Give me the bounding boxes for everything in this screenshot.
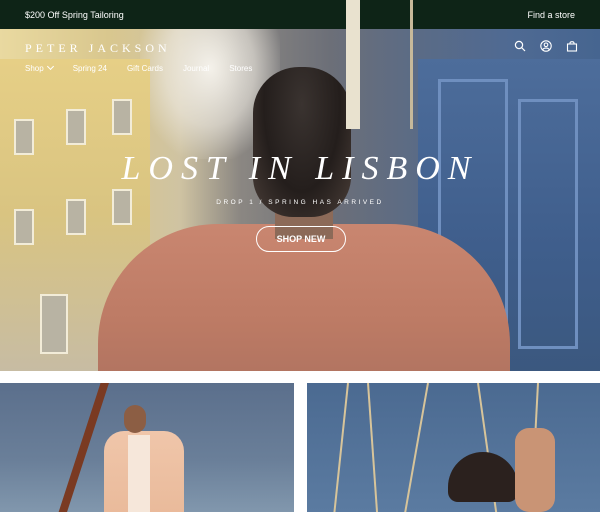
nav-item-spring[interactable]: Spring 24 bbox=[73, 64, 107, 73]
bag-icon[interactable] bbox=[566, 40, 578, 52]
search-icon[interactable] bbox=[514, 40, 526, 52]
nav-item-gift-cards[interactable]: Gift Cards bbox=[127, 64, 163, 73]
nav-item-journal[interactable]: Journal bbox=[183, 64, 209, 73]
building-door bbox=[40, 294, 68, 354]
shop-new-button[interactable]: SHOP NEW bbox=[256, 226, 346, 252]
building-window bbox=[66, 109, 86, 145]
find-store-link[interactable]: Find a store bbox=[527, 10, 575, 20]
header-icons bbox=[514, 40, 578, 52]
brand-logo[interactable]: PETER JACKSON bbox=[25, 41, 171, 56]
chevron-down-icon bbox=[46, 62, 54, 71]
boat-mast bbox=[346, 0, 360, 129]
announcement-bar: $200 Off Spring Tailoring Find a store bbox=[0, 0, 600, 29]
rigging-rope bbox=[402, 383, 429, 512]
nav-item-shop[interactable]: Shop bbox=[25, 62, 54, 73]
rigging-rope bbox=[367, 383, 379, 512]
promo-card-sailing-man[interactable] bbox=[0, 383, 294, 512]
building-window bbox=[112, 189, 132, 225]
building-window bbox=[14, 209, 34, 245]
rigging-rope bbox=[332, 383, 349, 512]
model-head bbox=[124, 405, 146, 433]
model-shirt bbox=[128, 435, 150, 512]
promo-link[interactable]: $200 Off Spring Tailoring bbox=[25, 10, 124, 20]
nav-label: Shop bbox=[25, 64, 44, 73]
model-hand bbox=[515, 428, 555, 512]
nav-item-stores[interactable]: Stores bbox=[229, 64, 252, 73]
blue-door-panel bbox=[518, 99, 578, 349]
boat-mast bbox=[410, 0, 413, 129]
model-head bbox=[253, 67, 351, 217]
main-nav: Shop Spring 24 Gift Cards Journal Stores bbox=[25, 62, 252, 73]
hero-banner: PETER JACKSON Shop Spring 24 Gift Cards … bbox=[0, 29, 600, 371]
hero-subtitle: DROP 1 / SPRING HAS ARRIVED bbox=[216, 199, 384, 206]
building-window bbox=[112, 99, 132, 135]
account-icon[interactable] bbox=[540, 40, 552, 52]
hero-title: LOST IN LISBON bbox=[121, 150, 479, 187]
